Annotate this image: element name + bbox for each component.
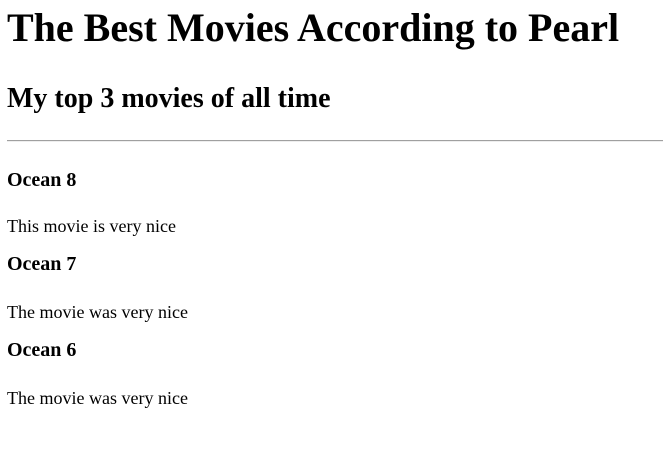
page-content: The Best Movies According to Pearl My to… (0, 0, 663, 409)
movie-review: The movie was very nice (7, 302, 188, 322)
list-item: Ocean 7 The movie was very nice (7, 237, 663, 323)
page-subtitle: My top 3 movies of all time (7, 83, 331, 114)
list-item: Ocean 6 The movie was very nice (7, 323, 663, 409)
movie-review: This movie is very nice (7, 216, 176, 236)
movie-title: Ocean 6 (7, 339, 77, 361)
movie-list: Ocean 8 This movie is very nice Ocean 7 … (7, 142, 663, 409)
list-item: Ocean 8 This movie is very nice (7, 142, 663, 237)
movie-title: Ocean 7 (7, 253, 77, 275)
movie-title: Ocean 8 (7, 169, 77, 191)
movie-review: The movie was very nice (7, 388, 188, 408)
page-title: The Best Movies According to Pearl (7, 5, 620, 50)
